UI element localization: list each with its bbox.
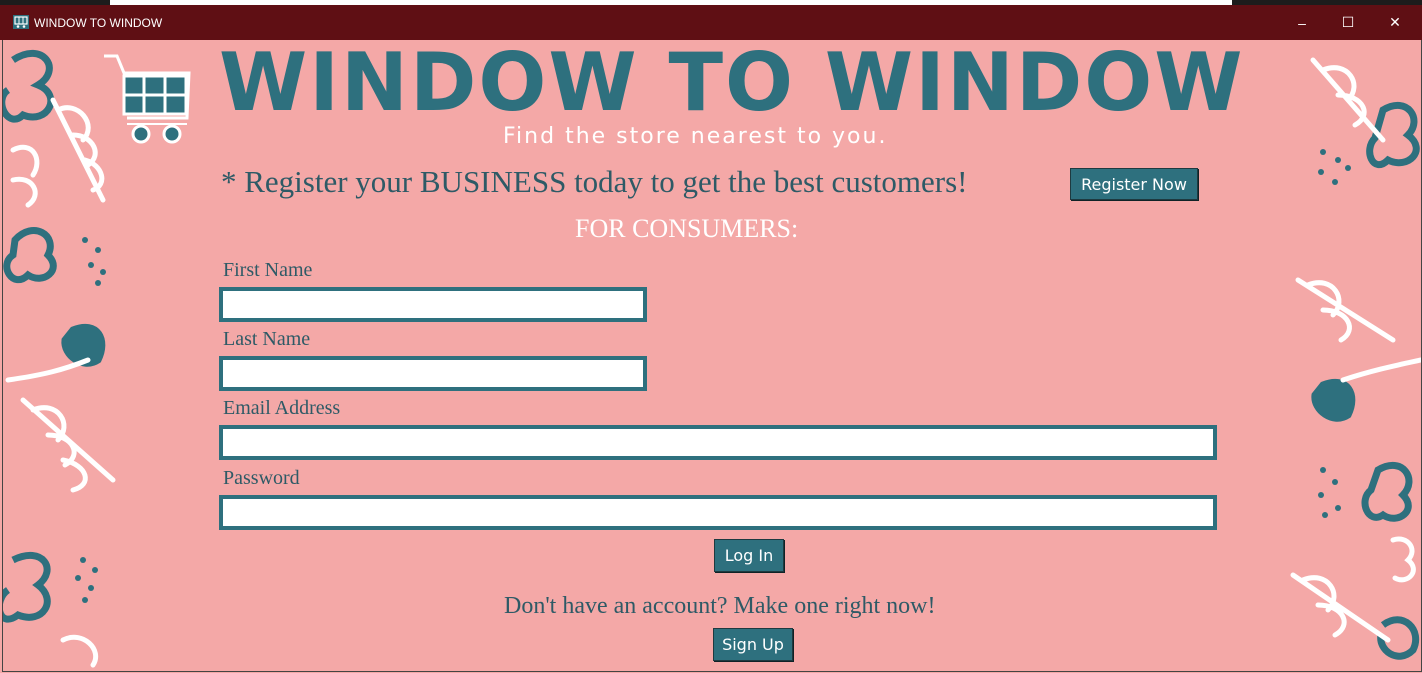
email-label: Email Address <box>223 397 341 419</box>
minimize-button[interactable]: – <box>1279 5 1325 40</box>
main-content: WINDOW TO WINDOW Find the store nearest … <box>2 40 1422 672</box>
first-name-label: First Name <box>223 259 313 281</box>
password-label: Password <box>223 467 300 489</box>
first-name-input[interactable] <box>219 287 647 322</box>
app-window: WINDOW TO WINDOW – ☐ ✕ WINDOW TO WINDOW … <box>0 5 1422 673</box>
consumers-heading: FOR CONSUMERS: <box>575 214 799 243</box>
brand-title: WINDOW TO WINDOW <box>219 40 1245 129</box>
minimize-icon: – <box>1298 14 1306 31</box>
signup-prompt: Don't have an account? Make one right no… <box>504 593 936 619</box>
password-input[interactable] <box>219 495 1217 530</box>
close-button[interactable]: ✕ <box>1372 5 1418 40</box>
email-input[interactable] <box>219 425 1217 460</box>
login-button[interactable]: Log In <box>714 539 784 572</box>
register-now-button[interactable]: Register Now <box>1070 168 1198 200</box>
close-icon: ✕ <box>1389 14 1401 30</box>
shopping-cart-icon <box>104 54 191 144</box>
register-business-text: * Register your BUSINESS today to get th… <box>221 164 968 199</box>
window-title: WINDOW TO WINDOW <box>34 16 163 30</box>
last-name-input[interactable] <box>219 356 647 391</box>
tagline: Find the store nearest to you. <box>503 124 888 149</box>
signup-button[interactable]: Sign Up <box>713 628 793 661</box>
maximize-icon: ☐ <box>1341 14 1355 30</box>
maximize-button[interactable]: ☐ <box>1325 5 1371 40</box>
app-cart-icon <box>13 15 29 29</box>
last-name-label: Last Name <box>223 328 311 350</box>
title-bar[interactable]: WINDOW TO WINDOW – ☐ ✕ <box>0 5 1422 40</box>
